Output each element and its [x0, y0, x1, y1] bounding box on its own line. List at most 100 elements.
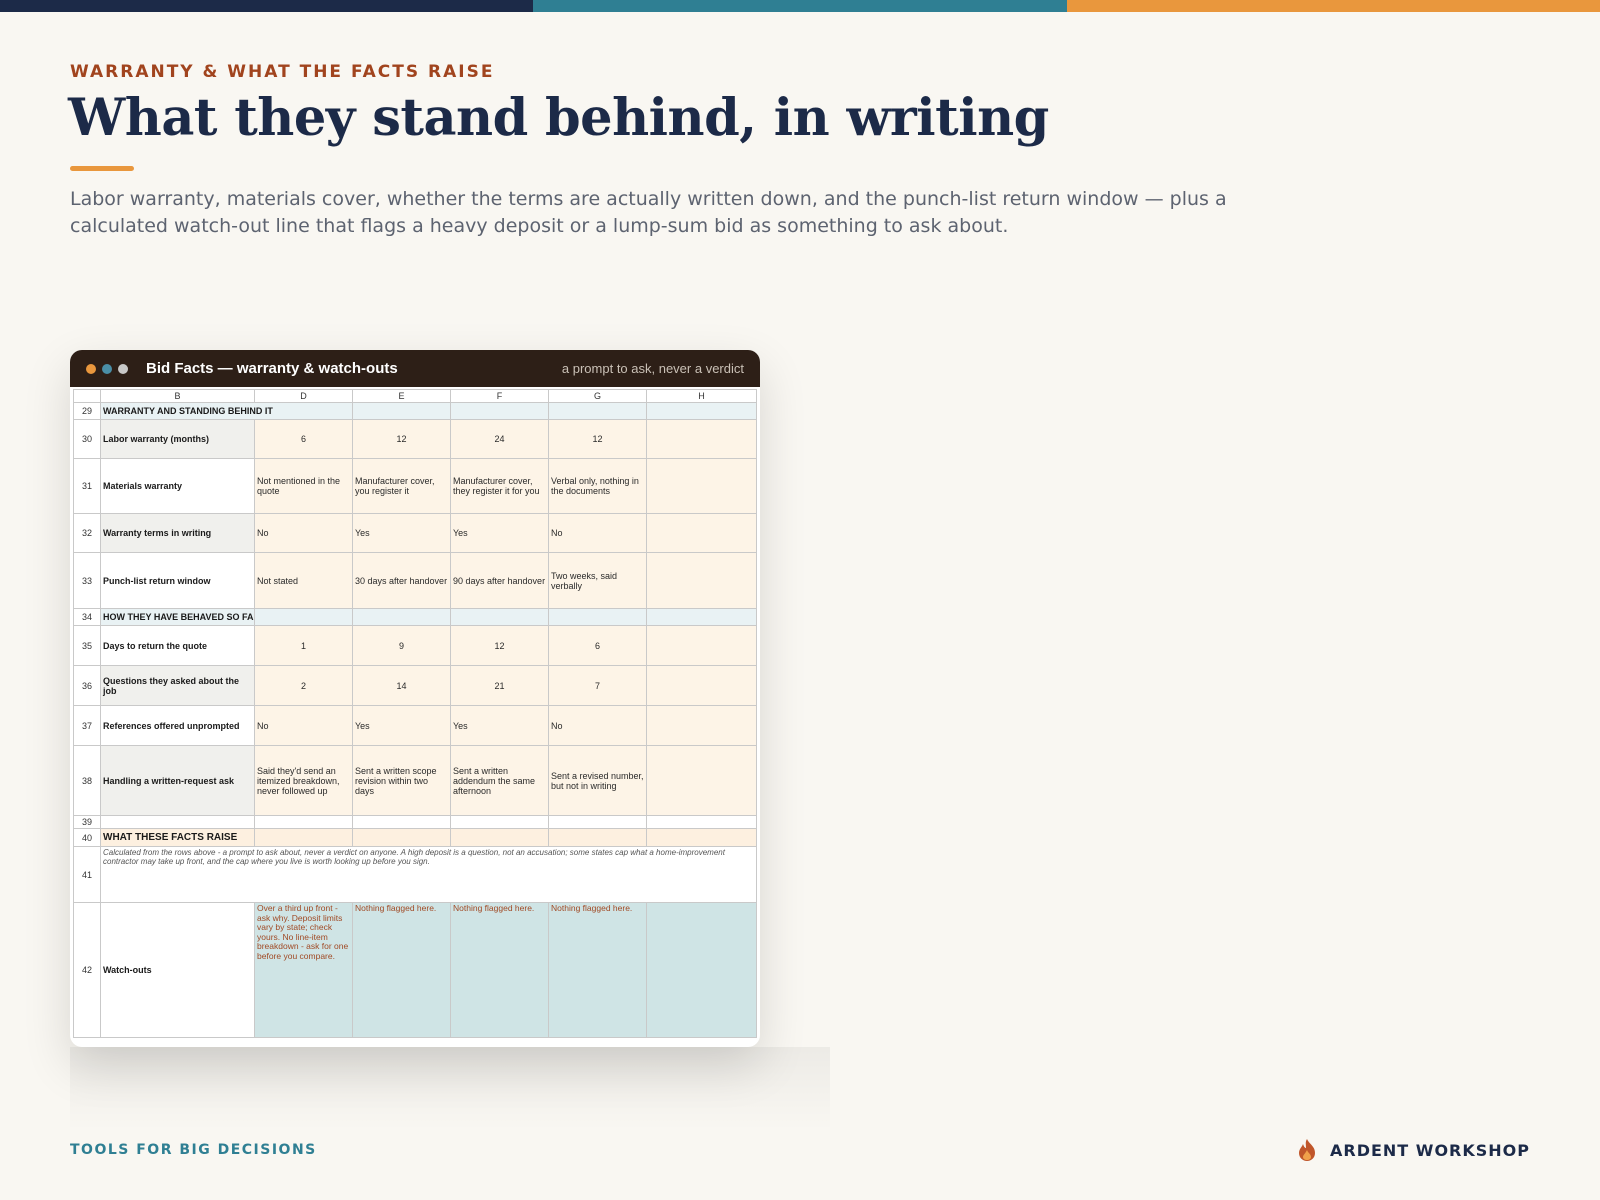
- cell-h[interactable]: [646, 419, 757, 459]
- cell[interactable]: [450, 815, 549, 829]
- section-header-warranty[interactable]: WARRANTY AND STANDING BEHIND IT: [100, 402, 353, 420]
- cell-d[interactable]: Said they'd send an itemized breakdown, …: [254, 745, 353, 816]
- facts-note[interactable]: Calculated from the rows above - a promp…: [100, 846, 757, 903]
- cell[interactable]: [548, 828, 647, 847]
- cell-g[interactable]: 6: [548, 625, 647, 666]
- cell-g[interactable]: Verbal only, nothing in the documents: [548, 458, 647, 514]
- row-number[interactable]: 33: [73, 552, 101, 609]
- column-header-f[interactable]: F: [450, 389, 549, 403]
- cell-d[interactable]: 6: [254, 419, 353, 459]
- row-label[interactable]: Warranty terms in writing: [100, 513, 255, 553]
- cell-d[interactable]: 1: [254, 625, 353, 666]
- watchout-cell-g[interactable]: Nothing flagged here.: [548, 902, 647, 1038]
- row-label[interactable]: Labor warranty (months): [100, 419, 255, 459]
- row-number[interactable]: 38: [73, 745, 101, 816]
- cell[interactable]: [450, 828, 549, 847]
- cell-h[interactable]: [646, 552, 757, 609]
- watchout-cell-h[interactable]: [646, 902, 757, 1038]
- column-header-e[interactable]: E: [352, 389, 451, 403]
- cell-e[interactable]: Yes: [352, 705, 451, 746]
- column-header-h[interactable]: H: [646, 389, 757, 403]
- cell-h[interactable]: [646, 625, 757, 666]
- cell[interactable]: [254, 815, 353, 829]
- cell-e[interactable]: Yes: [352, 513, 451, 553]
- cell-d[interactable]: No: [254, 513, 353, 553]
- cell[interactable]: [646, 608, 757, 626]
- cell-g[interactable]: No: [548, 705, 647, 746]
- cell-f[interactable]: 90 days after handover: [450, 552, 549, 609]
- cell-e[interactable]: Sent a written scope revision within two…: [352, 745, 451, 816]
- window-dot-gray[interactable]: [118, 363, 128, 374]
- cell[interactable]: [548, 815, 647, 829]
- row-label[interactable]: Watch-outs: [100, 902, 255, 1038]
- cell-e[interactable]: Manufacturer cover, you register it: [352, 458, 451, 514]
- cell-f[interactable]: Yes: [450, 705, 549, 746]
- cell-d[interactable]: 2: [254, 665, 353, 706]
- row-number[interactable]: 37: [73, 705, 101, 746]
- cell-h[interactable]: [646, 745, 757, 816]
- row-number[interactable]: 42: [73, 902, 101, 1038]
- cell-e[interactable]: 30 days after handover: [352, 552, 451, 609]
- column-header-b[interactable]: B: [100, 389, 255, 403]
- row-label[interactable]: Handling a written-request ask: [100, 745, 255, 816]
- cell-f[interactable]: Manufacturer cover, they register it for…: [450, 458, 549, 514]
- cell[interactable]: [352, 402, 451, 420]
- cell-g[interactable]: Sent a revised number, but not in writin…: [548, 745, 647, 816]
- cell[interactable]: [646, 402, 757, 420]
- cell-e[interactable]: 14: [352, 665, 451, 706]
- row-number[interactable]: 41: [73, 846, 101, 903]
- cell[interactable]: [450, 402, 549, 420]
- row-number[interactable]: 29: [73, 402, 101, 420]
- row-label[interactable]: Materials warranty: [100, 458, 255, 514]
- cell-d[interactable]: Not mentioned in the quote: [254, 458, 353, 514]
- section-header-facts[interactable]: WHAT THESE FACTS RAISE: [100, 828, 255, 847]
- cell[interactable]: [450, 608, 549, 626]
- row-label[interactable]: Days to return the quote: [100, 625, 255, 666]
- row-number[interactable]: 40: [73, 828, 101, 847]
- row-number[interactable]: 34: [73, 608, 101, 626]
- cell-h[interactable]: [646, 513, 757, 553]
- cell-f[interactable]: 12: [450, 625, 549, 666]
- row-number[interactable]: 31: [73, 458, 101, 514]
- cell[interactable]: [352, 608, 451, 626]
- cell[interactable]: [548, 402, 647, 420]
- cell-f[interactable]: Yes: [450, 513, 549, 553]
- cell[interactable]: [352, 828, 451, 847]
- cell[interactable]: [352, 815, 451, 829]
- row-number[interactable]: 35: [73, 625, 101, 666]
- cell-f[interactable]: 21: [450, 665, 549, 706]
- column-header-d[interactable]: D: [254, 389, 353, 403]
- cell-f[interactable]: Sent a written addendum the same afterno…: [450, 745, 549, 816]
- cell-h[interactable]: [646, 458, 757, 514]
- cell[interactable]: [548, 608, 647, 626]
- row-number[interactable]: 32: [73, 513, 101, 553]
- row-label[interactable]: References offered unprompted: [100, 705, 255, 746]
- cell-d[interactable]: No: [254, 705, 353, 746]
- cell[interactable]: [100, 815, 255, 829]
- section-header-behavior[interactable]: HOW THEY HAVE BEHAVED SO FAR: [100, 608, 255, 626]
- watchout-cell-e[interactable]: Nothing flagged here.: [352, 902, 451, 1038]
- cell-h[interactable]: [646, 665, 757, 706]
- cell-g[interactable]: 12: [548, 419, 647, 459]
- window-dot-orange[interactable]: [86, 363, 96, 374]
- window-dot-teal[interactable]: [102, 363, 112, 374]
- watchout-cell-f[interactable]: Nothing flagged here.: [450, 902, 549, 1038]
- cell-g[interactable]: Two weeks, said verbally: [548, 552, 647, 609]
- row-number[interactable]: 39: [73, 815, 101, 829]
- row-number[interactable]: 36: [73, 665, 101, 706]
- cell-d[interactable]: Not stated: [254, 552, 353, 609]
- cell-f[interactable]: 24: [450, 419, 549, 459]
- watchout-cell-d[interactable]: Over a third up front - ask why. Deposit…: [254, 902, 353, 1038]
- row-label[interactable]: Questions they asked about the job: [100, 665, 255, 706]
- cell[interactable]: [646, 828, 757, 847]
- row-label[interactable]: Punch-list return window: [100, 552, 255, 609]
- cell-e[interactable]: 9: [352, 625, 451, 666]
- row-number[interactable]: 30: [73, 419, 101, 459]
- cell[interactable]: [254, 828, 353, 847]
- cell-g[interactable]: No: [548, 513, 647, 553]
- cell[interactable]: [254, 608, 353, 626]
- column-header-g[interactable]: G: [548, 389, 647, 403]
- cell-e[interactable]: 12: [352, 419, 451, 459]
- cell-h[interactable]: [646, 705, 757, 746]
- cell-g[interactable]: 7: [548, 665, 647, 706]
